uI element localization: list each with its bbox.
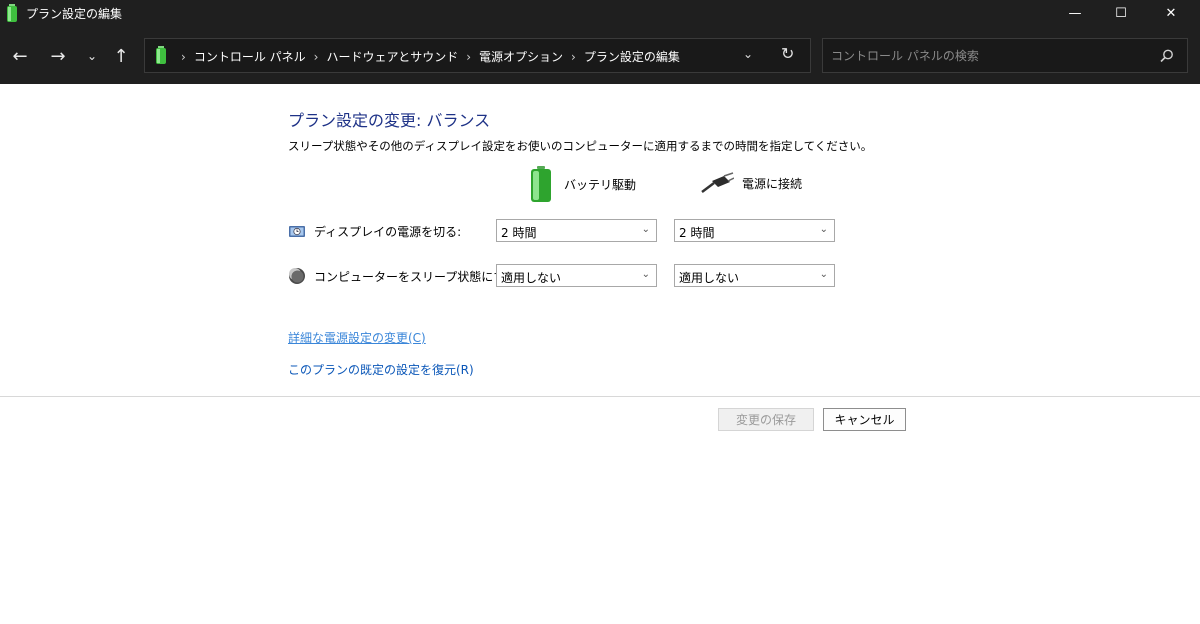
breadcrumb-separator: › (571, 49, 576, 64)
display-off-plugged-select[interactable]: 2 時間 ⌄ (674, 219, 835, 242)
minimize-button[interactable]: — (1052, 0, 1098, 26)
chevron-down-icon: ⌄ (819, 224, 828, 235)
breadcrumb-hardware-sound[interactable]: ハードウェアとサウンド (326, 48, 458, 65)
maximize-button[interactable]: ☐ (1098, 0, 1144, 26)
breadcrumb-control-panel[interactable]: コントロール パネル (194, 48, 306, 65)
sleep-row-label: コンピューターをスリープ状態にする: (288, 267, 521, 285)
column-header-battery: バッテリ駆動 (530, 166, 636, 202)
sleep-battery-value: 適用しない (501, 271, 562, 285)
breadcrumb-separator: › (466, 49, 472, 64)
battery-icon (156, 46, 166, 64)
sleep-plugged-value: 適用しない (679, 271, 740, 285)
monitor-clock-icon (289, 226, 305, 237)
breadcrumb-separator: › (313, 49, 319, 64)
page-title: プラン設定の変更: バランス (288, 111, 491, 130)
cancel-button[interactable]: キャンセル (823, 408, 906, 431)
chevron-down-icon: ⌄ (819, 269, 828, 280)
search-box[interactable] (822, 38, 1188, 73)
save-changes-button[interactable]: 変更の保存 (718, 408, 814, 431)
breadcrumb-power-options[interactable]: 電源オプション (479, 48, 563, 65)
sleep-battery-select[interactable]: 適用しない ⌄ (496, 264, 657, 287)
refresh-icon[interactable]: ↻ (781, 44, 794, 63)
moon-icon (289, 268, 305, 284)
page-description: スリープ状態やその他のディスプレイ設定をお使いのコンピューターに適用するまでの時… (288, 139, 873, 153)
window-title: プラン設定の編集 (26, 7, 123, 21)
address-bar[interactable]: › コントロール パネル › ハードウェアとサウンド › 電源オプション › プ… (144, 38, 811, 73)
breadcrumb: › コントロール パネル › ハードウェアとサウンド › 電源オプション › プ… (173, 48, 680, 65)
breadcrumb-separator: › (181, 49, 186, 64)
title-bar: プラン設定の編集 — ☐ ✕ (0, 0, 1200, 26)
power-plug-icon (701, 172, 734, 193)
restore-defaults-link[interactable]: このプランの既定の設定を復元(R) (288, 361, 474, 378)
navigation-bar: ← → ⌄ ↑ › コントロール パネル › ハードウェアとサウンド › 電源オ… (0, 26, 1200, 84)
battery-column-label: バッテリ駆動 (564, 177, 637, 192)
address-dropdown-chevron-icon[interactable]: ⌄ (743, 47, 753, 61)
display-off-label: ディスプレイの電源を切る: (314, 224, 462, 239)
recent-locations-chevron-icon[interactable]: ⌄ (80, 44, 104, 68)
column-header-plugged: 電源に接続 (700, 172, 802, 194)
display-off-row-label: ディスプレイの電源を切る: (288, 222, 461, 240)
sleep-label: コンピューターをスリープ状態にする: (314, 269, 522, 284)
chevron-down-icon: ⌄ (641, 224, 650, 235)
divider (0, 396, 1200, 397)
chevron-down-icon: ⌄ (641, 269, 650, 280)
back-arrow-icon[interactable]: ← (8, 44, 32, 68)
sleep-plugged-select[interactable]: 適用しない ⌄ (674, 264, 835, 287)
up-arrow-icon[interactable]: ↑ (109, 44, 133, 68)
plugged-column-label: 電源に接続 (742, 176, 803, 191)
battery-icon (7, 4, 17, 22)
display-off-battery-select[interactable]: 2 時間 ⌄ (496, 219, 657, 242)
battery-icon (531, 166, 551, 202)
main-content: プラン設定の変更: バランス スリープ状態やその他のディスプレイ設定をお使いのコ… (0, 84, 1200, 624)
advanced-settings-link[interactable]: 詳細な電源設定の変更(C) (288, 329, 426, 346)
display-off-plugged-value: 2 時間 (679, 226, 715, 240)
breadcrumb-edit-plan[interactable]: プラン設定の編集 (584, 48, 680, 65)
display-off-battery-value: 2 時間 (501, 226, 537, 240)
forward-arrow-icon[interactable]: → (46, 44, 70, 68)
search-icon[interactable] (1159, 48, 1175, 64)
search-input[interactable] (831, 47, 1151, 65)
close-button[interactable]: ✕ (1148, 0, 1194, 26)
